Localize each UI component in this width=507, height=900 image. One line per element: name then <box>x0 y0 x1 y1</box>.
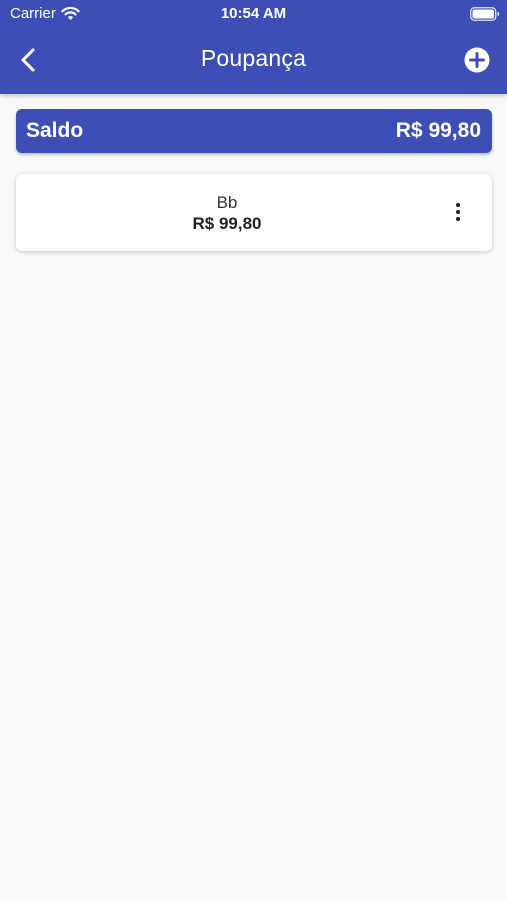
plus-circle-icon <box>464 47 490 73</box>
battery-icon <box>470 7 500 21</box>
balance-value: R$ 99,80 <box>395 119 481 142</box>
add-button[interactable] <box>463 46 491 74</box>
account-name: Bb <box>216 193 238 212</box>
page-title: Poupança <box>200 45 307 71</box>
balance-summary: Saldo R$ 99,80 <box>16 109 492 153</box>
more-vertical-icon <box>456 203 460 207</box>
account-card[interactable]: Bb R$ 99,80 <box>16 174 492 251</box>
more-vertical-icon-dot <box>456 210 460 214</box>
status-bar: Carrier 10:54 AM <box>0 0 507 28</box>
savings-screen: Carrier 10:54 AM Poupança Saldo R$ 99,80… <box>0 0 507 900</box>
app-header: Carrier 10:54 AM Poupança <box>0 0 507 94</box>
more-options-button[interactable] <box>446 198 470 226</box>
status-time: 10:54 AM <box>220 5 287 22</box>
account-balance: R$ 99,80 <box>192 214 262 233</box>
balance-label: Saldo <box>26 119 84 142</box>
more-vertical-icon-dot <box>456 217 460 221</box>
